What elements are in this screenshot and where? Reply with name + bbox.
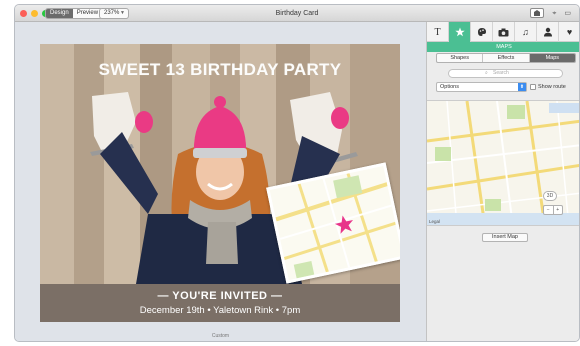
search-placeholder: Search [493, 70, 509, 76]
photo-tool[interactable] [493, 22, 515, 42]
share-icon [534, 9, 541, 16]
people-tool[interactable] [537, 22, 559, 42]
map-search-input[interactable]: ⌕ Search [448, 69, 563, 78]
tab-effects[interactable]: Effects [483, 54, 530, 62]
toolbar-right: ⌖ ▭ [530, 8, 571, 19]
canvas-caption: Custom [211, 333, 230, 339]
map-view[interactable]: 3D − + Legal [427, 100, 579, 226]
text-tool[interactable]: T [427, 22, 449, 42]
zoom-out-button[interactable]: − [544, 206, 554, 214]
palette-icon [477, 28, 486, 36]
insert-map-button[interactable]: Insert Map [482, 233, 528, 242]
text-icon: T [434, 26, 441, 38]
window-title: Birthday Card [275, 10, 319, 17]
card-footer: — YOU'RE INVITED — December 19th • Yalet… [40, 284, 400, 322]
show-route-checkbox[interactable] [530, 84, 536, 90]
inspector-toolbar: T ♫ ♥ [427, 22, 579, 42]
pin-icon[interactable]: ⌖ [552, 8, 556, 19]
birthday-card[interactable]: SWEET 13 BIRTHDAY PARTY — YOU'RE INVITED [40, 44, 400, 322]
heart-icon: ♥ [566, 27, 573, 37]
app-window: Design Preview 237% ▼ Birthday Card ⌖ ▭ [14, 4, 580, 342]
map-legal-link[interactable]: Legal [429, 219, 440, 224]
style-tool[interactable] [471, 22, 493, 42]
music-icon: ♫ [522, 27, 529, 37]
show-route-label: Show route [538, 84, 566, 90]
sidebar-toggle-icon[interactable]: ▭ [564, 8, 571, 19]
tab-shapes[interactable]: Shapes [437, 54, 484, 62]
inspector-panel: T ♫ ♥ MAPS Shapes Effects Maps ⌕ Search … [426, 22, 579, 341]
camera-icon [498, 28, 509, 36]
zoom-in-button[interactable]: + [554, 206, 563, 214]
show-route-toggle[interactable]: Show route [530, 82, 566, 92]
title-bar: Design Preview 237% ▼ Birthday Card ⌖ ▭ [15, 5, 579, 22]
inspector-subtabs: Shapes Effects Maps [436, 53, 576, 63]
event-details-text[interactable]: December 19th • Yaletown Rink • 7pm [40, 305, 400, 316]
map-zoom-control: − + [543, 205, 563, 215]
invited-text[interactable]: — YOU'RE INVITED — [40, 290, 400, 302]
card-headline[interactable]: SWEET 13 BIRTHDAY PARTY [40, 60, 400, 80]
tab-maps[interactable]: Maps [529, 54, 575, 62]
share-button[interactable] [530, 8, 545, 18]
canvas-area: SWEET 13 BIRTHDAY PARTY — YOU'RE INVITED [15, 22, 426, 341]
star-icon [454, 27, 465, 37]
chevron-updown-icon: ⬍ [518, 83, 526, 91]
music-tool[interactable]: ♫ [515, 22, 537, 42]
person-icon [543, 27, 552, 37]
section-title: MAPS [427, 42, 579, 52]
options-label: Options [440, 84, 459, 90]
map-3d-button[interactable]: 3D [543, 191, 557, 201]
shapes-tool[interactable] [449, 22, 471, 42]
favorites-tool[interactable]: ♥ [559, 22, 579, 42]
search-icon: ⌕ [485, 70, 488, 76]
options-select[interactable]: Options ⬍ [436, 82, 527, 92]
